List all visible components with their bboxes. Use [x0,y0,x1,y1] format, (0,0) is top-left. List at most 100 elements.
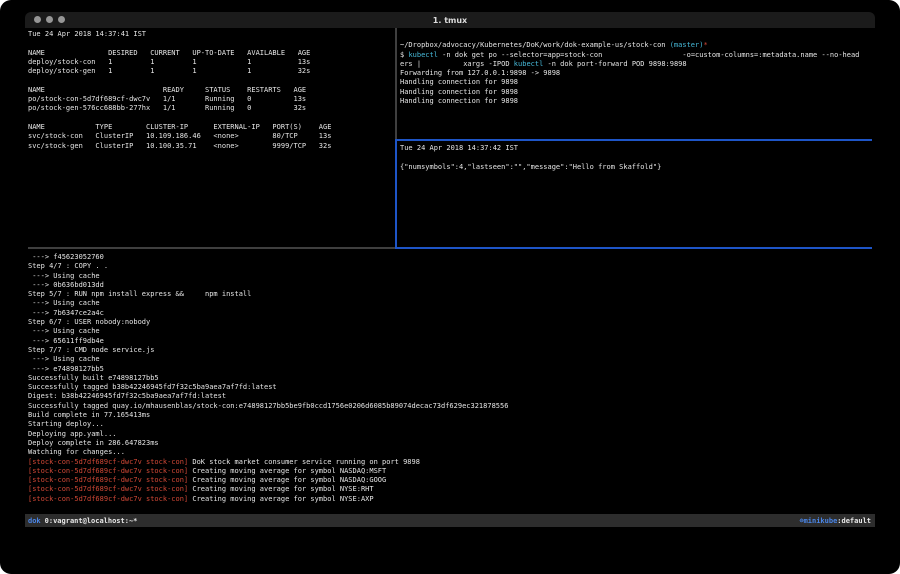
terminal-line: Handling connection for 9898 [400,88,872,97]
terminal-line: [stock-con-5d7df689cf-dwc7v stock-con] C… [28,467,872,476]
terminal-line: Handling connection for 9898 [400,78,872,87]
terminal-text-segment: -n dok get po --selector=app=stock-con -… [438,51,859,59]
terminal-line [28,114,394,123]
terminal-text-segment: Successfully tagged quay.io/mhausenblas/… [28,402,508,410]
terminal-text-segment: ---> Using cache [28,299,100,307]
terminal-line: Successfully tagged quay.io/mhausenblas/… [28,402,872,411]
pane-service-response[interactable]: Tue 24 Apr 2018 14:37:42 IST {"numsymbol… [400,144,872,245]
terminal-line [400,153,872,162]
terminal-text-segment: [stock-con-5d7df689cf-dwc7v stock-con] [28,495,188,503]
terminal-text-segment: ---> 0b636bd013dd [28,281,104,289]
terminal-text-segment: deploy/stock-gen 1 1 1 1 32s [28,67,310,75]
terminal-text-segment: ers | xargs -IPOD [400,60,514,68]
pane-kubectl-watch[interactable]: Tue 24 Apr 2018 14:37:41 IST NAME DESIRE… [28,30,394,244]
terminal-text-segment: NAME READY STATUS RESTARTS AGE [28,86,306,94]
tmux-status-bar: dok 0:vagrant@localhost:~* ☸minikube:def… [25,514,875,527]
terminal-text-segment [28,76,32,84]
terminal-line: ---> 65611ff9db4e [28,337,872,346]
terminal-text-segment: ~/Dropbox/advocacy/Kubernetes/DoK/work/d… [400,41,670,49]
terminal-text-segment [400,32,404,40]
terminal-text-segment: Handling connection for 9898 [400,78,518,86]
pane-skaffold-build-log[interactable]: ---> f45623052760Step 4/7 : COPY . . ---… [28,253,872,509]
terminal-line: deploy/stock-con 1 1 1 1 13s [28,58,394,67]
terminal-text-segment: ---> Using cache [28,355,100,363]
terminal-line: Handling connection for 9898 [400,97,872,106]
terminal-text-segment: Step 4/7 : COPY . . [28,262,108,270]
terminal-text-segment: {"numsymbols":4,"lastseen":"","message":… [400,163,661,171]
terminal-text-segment: NAME TYPE CLUSTER-IP EXTERNAL-IP PORT(S)… [28,123,331,131]
pane-divider-horizontal-active [397,139,873,141]
terminal-line: Tue 24 Apr 2018 14:37:42 IST [400,144,872,153]
terminal-text-segment: Tue 24 Apr 2018 14:37:41 IST [28,30,146,38]
terminal-line: ers | xargs -IPOD kubectl -n dok port-fo… [400,60,872,69]
terminal-text-segment: (master) [670,41,704,49]
terminal-line: Forwarding from 127.0.0.1:9898 -> 9898 [400,69,872,78]
terminal-line: NAME TYPE CLUSTER-IP EXTERNAL-IP PORT(S)… [28,123,394,132]
terminal-line: Tue 24 Apr 2018 14:37:41 IST [28,30,394,39]
terminal-line: [stock-con-5d7df689cf-dwc7v stock-con] C… [28,476,872,485]
window-title: 1. tmux [25,12,875,28]
terminal-line: ---> 7b6347ce2a4c [28,309,872,318]
pane-divider-horizontal-active-bottom [395,247,872,249]
terminal-text-segment: Handling connection for 9898 [400,97,518,105]
status-kube-context: minikube [804,517,838,525]
terminal-text-segment: -n dok port-forward POD 9898:9898 [543,60,686,68]
pane-port-forward[interactable]: ~/Dropbox/advocacy/Kubernetes/DoK/work/d… [400,32,872,137]
terminal-line: Successfully tagged b38b42246945fd7f32c5… [28,383,872,392]
terminal-text-segment: Watching for changes... [28,448,125,456]
terminal-text-segment: svc/stock-gen ClusterIP 10.100.35.71 <no… [28,142,331,150]
terminal-line: NAME DESIRED CURRENT UP-TO-DATE AVAILABL… [28,49,394,58]
terminal-text-segment: po/stock-gen-576cc688bb-277hx 1/1 Runnin… [28,104,306,112]
terminal-text-segment: [stock-con-5d7df689cf-dwc7v stock-con] [28,458,188,466]
terminal-line: Successfully built e74898127bb5 [28,374,872,383]
terminal-line: ---> Using cache [28,299,872,308]
terminal-line: Step 4/7 : COPY . . [28,262,872,271]
terminal-text-segment: ---> 7b6347ce2a4c [28,309,104,317]
pane-divider-horizontal [28,247,395,249]
terminal-text-segment [400,153,404,161]
status-session-name: dok [28,517,41,525]
terminal-text-segment: Forwarding from 127.0.0.1:9898 -> 9898 [400,69,560,77]
terminal-text-segment: Creating moving average for symbol NYSE:… [188,495,373,503]
terminal-line: Watching for changes... [28,448,872,457]
terminal-line: ---> f45623052760 [28,253,872,262]
terminal-text-segment: kubectl [514,60,544,68]
terminal-text-segment: ---> Using cache [28,272,100,280]
terminal-text-segment: ---> f45623052760 [28,253,104,261]
pane-divider-vertical [395,28,397,139]
terminal-line: Step 6/7 : USER nobody:nobody [28,318,872,327]
terminal-line: $ kubectl -n dok get po --selector=app=s… [400,51,872,60]
terminal-text-segment: ---> Using cache [28,327,100,335]
terminal-text-segment: Starting deploy... [28,420,104,428]
terminal-line: Step 5/7 : RUN npm install express && np… [28,290,872,299]
terminal-text-segment: Step 7/7 : CMD node service.js [28,346,154,354]
terminal-line: ---> e74898127bb5 [28,365,872,374]
terminal-text-segment: DoK stock market consumer service runnin… [188,458,420,466]
terminal-line: svc/stock-con ClusterIP 10.109.186.46 <n… [28,132,394,141]
terminal-text-segment: Creating moving average for symbol NASDA… [188,467,386,475]
terminal-text-segment: * [703,41,707,49]
terminal-text-segment: NAME DESIRED CURRENT UP-TO-DATE AVAILABL… [28,49,310,57]
terminal-line: Digest: b38b42246945fd7f32c5ba9aea7af7fd… [28,392,872,401]
terminal-screen: 1. tmux Tue 24 Apr 2018 14:37:41 IST NAM… [0,0,900,574]
terminal-line: ---> Using cache [28,272,872,281]
pane-divider-vertical-active [395,139,397,249]
status-kube-namespace: :default [837,517,871,525]
window-titlebar: 1. tmux [25,12,875,29]
terminal-line [400,32,872,41]
terminal-line: [stock-con-5d7df689cf-dwc7v stock-con] C… [28,485,872,494]
status-right-section: ☸minikube:default [799,517,871,525]
terminal-text-segment: Tue 24 Apr 2018 14:37:42 IST [400,144,518,152]
terminal-text-segment: [stock-con-5d7df689cf-dwc7v stock-con] [28,485,188,493]
terminal-line: {"numsymbols":4,"lastseen":"","message":… [400,163,872,172]
terminal-line: ---> 0b636bd013dd [28,281,872,290]
terminal-text-segment: svc/stock-con ClusterIP 10.109.186.46 <n… [28,132,331,140]
terminal-line: [stock-con-5d7df689cf-dwc7v stock-con] D… [28,458,872,467]
terminal-line: ~/Dropbox/advocacy/Kubernetes/DoK/work/d… [400,41,872,50]
terminal-text-segment: Creating moving average for symbol NASDA… [188,476,386,484]
terminal-line: Build complete in 77.165413ms [28,411,872,420]
terminal-text-segment: Successfully built e74898127bb5 [28,374,159,382]
terminal-line: [stock-con-5d7df689cf-dwc7v stock-con] C… [28,495,872,504]
terminal-line: Starting deploy... [28,420,872,429]
status-window-label[interactable]: 0:vagrant@localhost:~* [45,517,138,525]
